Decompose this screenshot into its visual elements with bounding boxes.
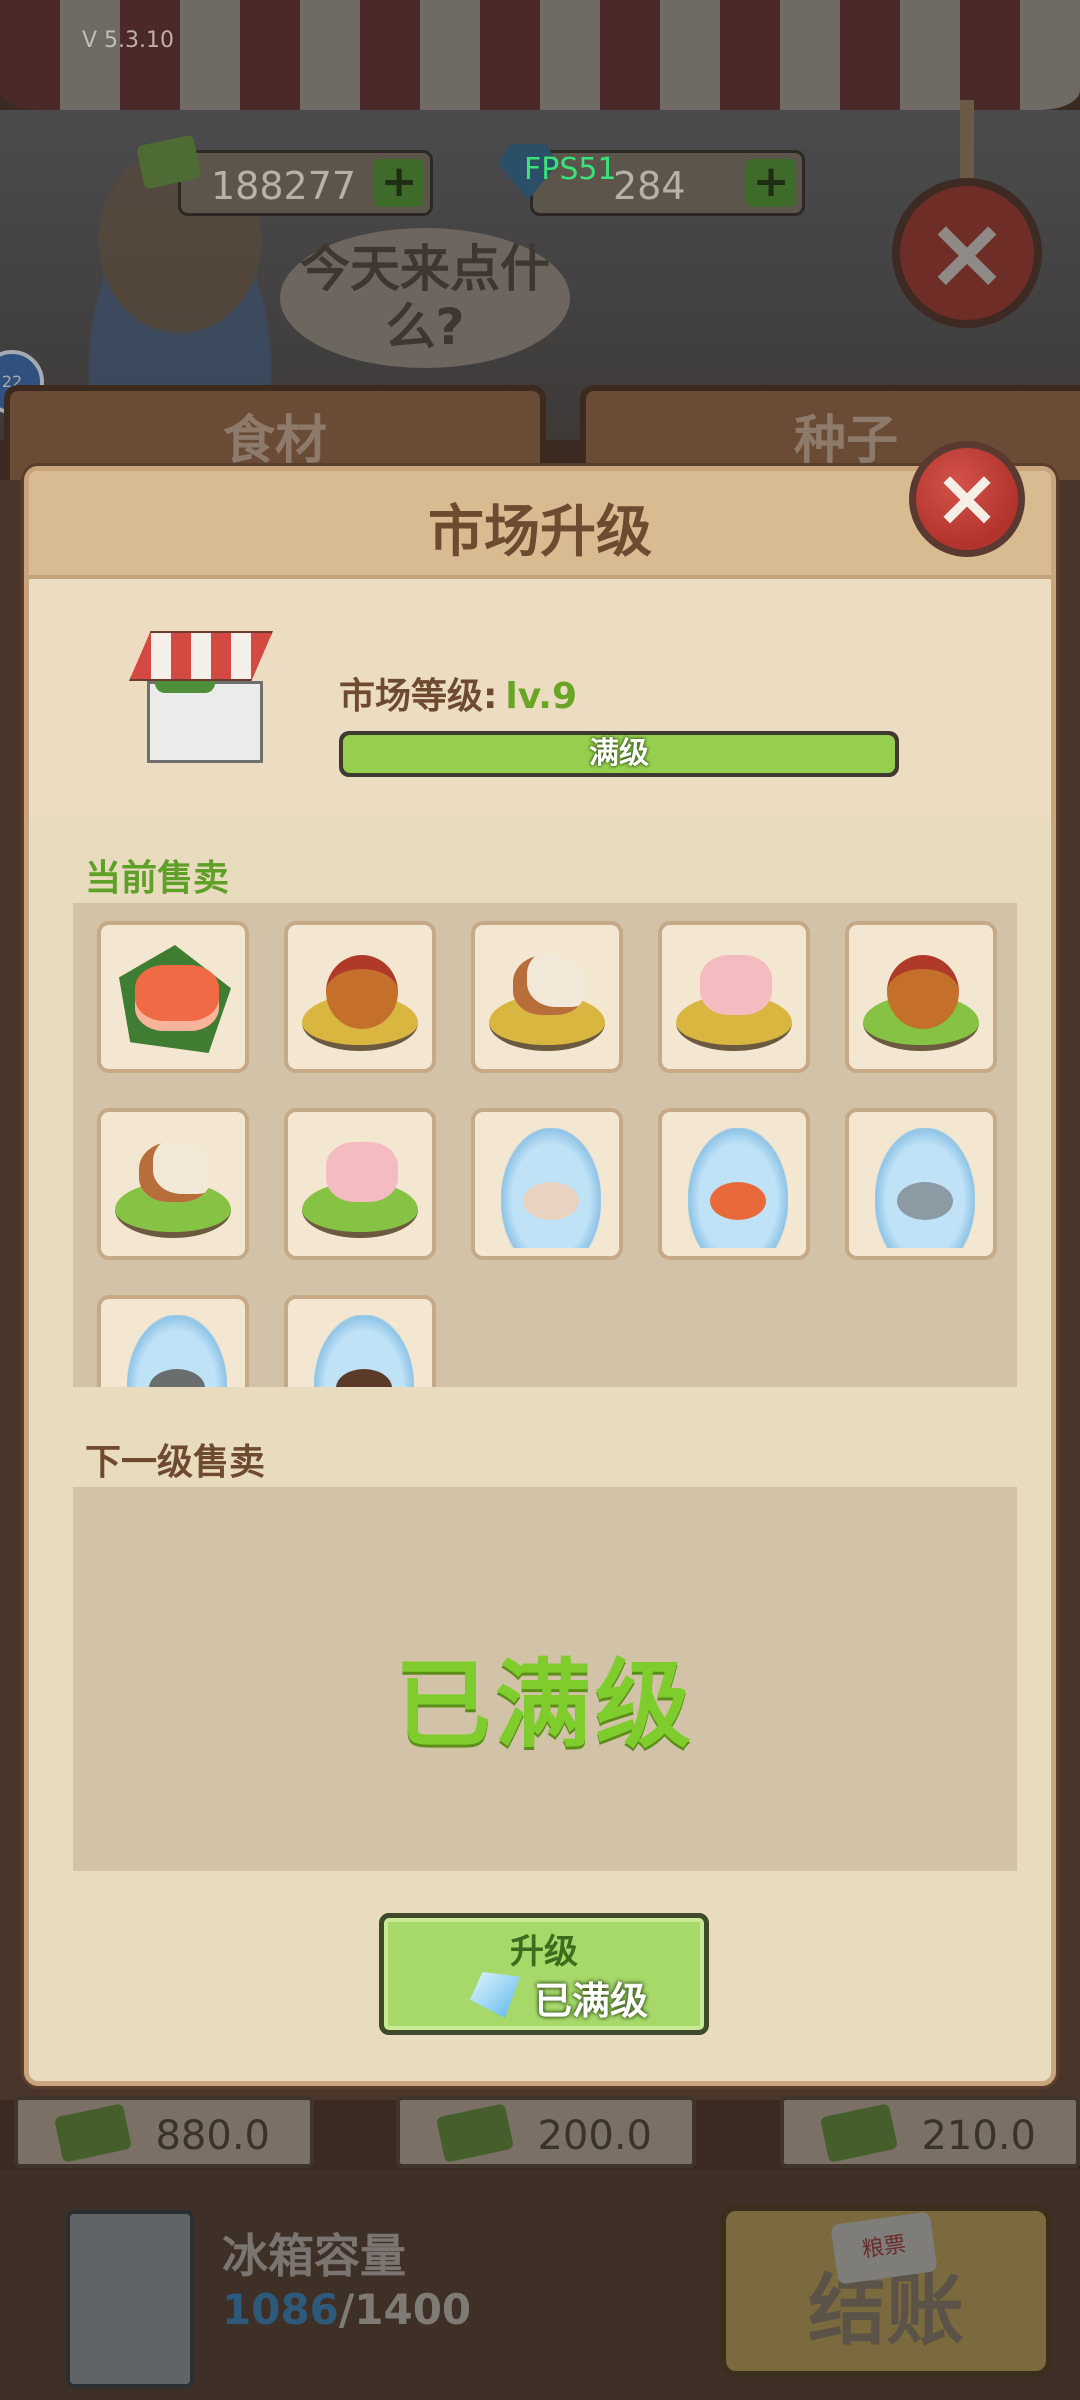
price-value: 210.0 [921, 2113, 1036, 2159]
fridge-current: 1086 [222, 2285, 339, 2334]
add-gems-button[interactable]: + [746, 159, 796, 207]
cash-icon [435, 2103, 515, 2163]
pig-icon [326, 1142, 398, 1202]
pig-icon [700, 955, 772, 1015]
item-fish-bag[interactable] [845, 1108, 997, 1260]
clam-icon [523, 1182, 579, 1220]
market-close-button[interactable]: × [892, 178, 1042, 328]
current-items-panel[interactable] [73, 903, 1017, 1387]
item-shrimp-bag[interactable] [658, 1108, 810, 1260]
item-cow-grass[interactable] [97, 1108, 249, 1260]
current-items-label: 当前售卖 [85, 858, 230, 899]
fps-counter: FPS51 [524, 152, 617, 187]
market-upgrade-dialog: 市场升级 × 市场等级: lv.9 满级 当前售卖 下一级售卖 已满级 升级 已… [24, 441, 1056, 2086]
level-progress-bar: 满级 [339, 731, 899, 777]
fridge-max: /1400 [338, 2285, 472, 2334]
diamond-icon [470, 1972, 520, 2018]
progress-text: 满级 [589, 736, 649, 771]
cash-counter: 188277 + [178, 150, 433, 216]
item-pig-grass[interactable] [284, 1108, 436, 1260]
next-items-panel: 已满级 [73, 1487, 1017, 1871]
price-tag: 210.0 [780, 2096, 1080, 2168]
item-grid [97, 921, 997, 1387]
market-level: 市场等级: lv.9 [339, 667, 577, 719]
cash-icon [819, 2103, 899, 2163]
item-cow-hay[interactable] [471, 921, 623, 1073]
fridge-icon [66, 2210, 194, 2388]
item-salmon[interactable] [97, 921, 249, 1073]
cow-icon [513, 955, 585, 1015]
next-items-label: 下一级售卖 [85, 1442, 266, 1483]
fridge-capacity: 1086/1400 [222, 2285, 471, 2334]
chicken-icon [887, 955, 959, 1029]
item-crab-bag[interactable] [284, 1295, 436, 1387]
market-info: 市场等级: lv.9 满级 [29, 579, 1051, 819]
add-cash-button[interactable]: + [374, 159, 424, 207]
market-level-label: 市场等级: [339, 676, 498, 717]
upgrade-label: 升级 [510, 1932, 578, 1972]
awning [0, 0, 1080, 110]
price-tag: 200.0 [396, 2096, 696, 2168]
speech-bubble: 今天来点什么? [280, 228, 570, 368]
chicken-icon [326, 955, 398, 1029]
progress-fill: 满级 [343, 735, 895, 773]
item-fish2-bag[interactable] [97, 1295, 249, 1387]
item-chicken-hay[interactable] [284, 921, 436, 1073]
dialog-header: 市场升级 [29, 471, 1051, 579]
cash-icon [53, 2103, 133, 2163]
shrimp-icon [710, 1182, 766, 1220]
upgrade-button[interactable]: 升级 已满级 [379, 1913, 709, 2035]
rope [960, 100, 974, 180]
price-value: 200.0 [537, 2113, 652, 2159]
maxed-text: 已满级 [395, 1649, 695, 1761]
price-tag: 880.0 [14, 2096, 314, 2168]
upgrade-cost: 已满级 [534, 1979, 649, 2023]
fish-icon [897, 1182, 953, 1220]
market-stall-icon [129, 631, 273, 763]
item-clam-bag[interactable] [471, 1108, 623, 1260]
gem-value: 284 [613, 164, 686, 208]
close-button[interactable]: × [909, 441, 1025, 557]
item-pig-hay[interactable] [658, 921, 810, 1073]
market-level-value: lv.9 [505, 676, 578, 717]
dialog-title: 市场升级 [428, 500, 652, 565]
version-label: V 5.3.10 [82, 28, 175, 53]
fridge-title: 冰箱容量 [222, 2229, 406, 2283]
cow-icon [139, 1142, 211, 1202]
item-chicken-grass[interactable] [845, 921, 997, 1073]
price-value: 880.0 [155, 2113, 270, 2159]
cash-value: 188277 [211, 164, 357, 208]
